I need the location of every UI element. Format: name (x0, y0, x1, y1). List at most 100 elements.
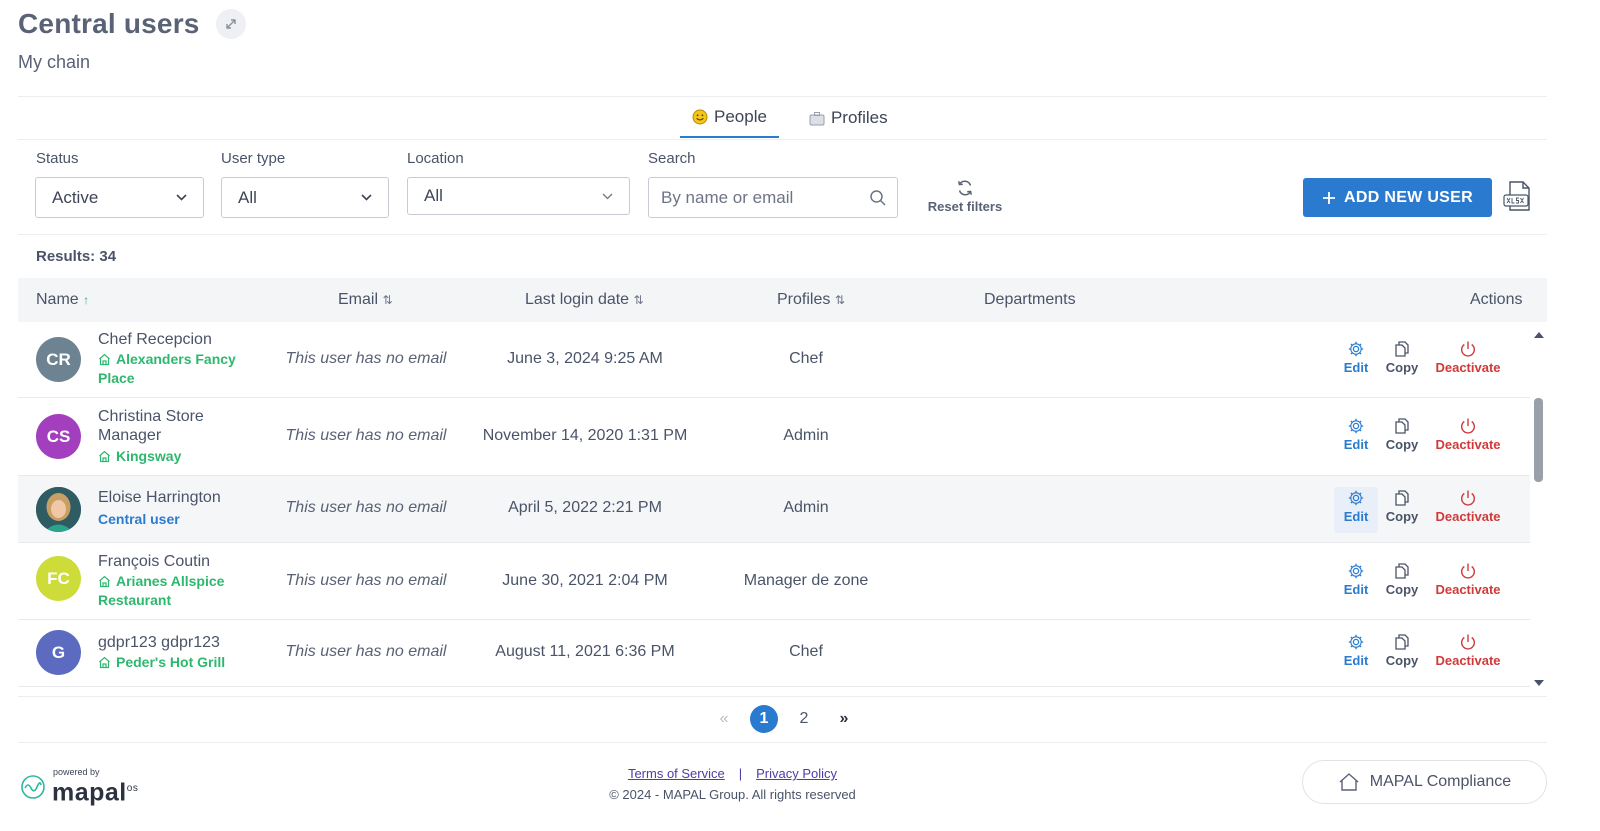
user-email: This user has no email (285, 572, 447, 589)
column-last-login[interactable]: Last login date ⇅ (525, 291, 644, 309)
next-page-button[interactable]: » (830, 705, 858, 733)
location-select[interactable]: All (407, 177, 630, 215)
avatar: CS (36, 414, 81, 459)
deactivate-button[interactable]: Deactivate (1428, 631, 1508, 677)
user-profile: Manager de zone (743, 572, 869, 589)
copy-label: Copy (1385, 437, 1419, 452)
column-departments: Departments (984, 291, 1076, 309)
edit-button[interactable]: Edit (1334, 560, 1378, 606)
divider (18, 742, 1547, 743)
deactivate-label: Deactivate (1435, 653, 1501, 668)
copy-button[interactable]: Copy (1380, 415, 1424, 461)
scroll-thumb[interactable] (1534, 398, 1543, 482)
edit-button[interactable]: Edit (1334, 631, 1378, 677)
copy-button[interactable]: Copy (1380, 338, 1424, 384)
copy-button[interactable]: Copy (1380, 487, 1424, 533)
user-location-label: Arianes Allspice Restaurant (98, 573, 225, 608)
user-profile: Admin (783, 427, 829, 444)
table-row[interactable]: FC François Coutin Arianes Allspice Rest… (18, 543, 1530, 620)
user-name[interactable]: Christina Store Manager (98, 407, 258, 445)
deactivate-label: Deactivate (1435, 360, 1501, 375)
edit-button[interactable]: Edit (1334, 415, 1378, 461)
gear-icon (1348, 341, 1364, 357)
chevron-down-icon (176, 194, 187, 201)
tab-profiles[interactable]: Profiles (797, 98, 900, 138)
power-icon (1461, 634, 1475, 650)
mapal-compliance-button[interactable]: MAPAL Compliance (1302, 760, 1547, 804)
scroll-up-icon (1534, 332, 1544, 338)
avatar: FC (36, 556, 81, 601)
page-2-button[interactable]: 2 (790, 705, 818, 733)
column-name[interactable]: Name ↑ (36, 291, 89, 309)
search-input[interactable]: By name or email (648, 177, 898, 218)
copy-label: Copy (1385, 360, 1419, 375)
deactivate-label: Deactivate (1435, 437, 1501, 452)
user-name[interactable]: Chef Recepcion (98, 330, 258, 349)
export-xlsx-button[interactable] (1502, 179, 1534, 215)
user-name[interactable]: François Coutin (98, 552, 258, 571)
user-location: Central user (98, 511, 180, 527)
location-select-value: All (424, 186, 443, 205)
deactivate-button[interactable]: Deactivate (1428, 487, 1508, 533)
column-last-login-label: Last login date (525, 291, 630, 308)
deactivate-button[interactable]: Deactivate (1428, 560, 1508, 606)
store-icon (99, 450, 110, 463)
divider (18, 139, 1547, 140)
avatar: CR (36, 337, 81, 382)
add-new-user-button[interactable]: ADD NEW USER (1303, 178, 1492, 217)
copy-button[interactable]: Copy (1380, 631, 1424, 677)
gear-icon (1348, 490, 1364, 506)
table-row[interactable]: Eloise Harrington Central user This user… (18, 476, 1530, 543)
status-select[interactable]: Active (35, 177, 204, 218)
brand-label: mapal (52, 778, 127, 807)
table-row[interactable]: CS Christina Store Manager Kingsway This… (18, 398, 1530, 476)
status-filter-label: Status (36, 150, 79, 167)
edit-label: Edit (1343, 360, 1369, 375)
chevron-down-icon (602, 193, 613, 199)
terms-of-service-link[interactable]: Terms of Service (628, 766, 725, 781)
xlsx-export-icon (1503, 181, 1530, 211)
copy-label: Copy (1385, 653, 1419, 668)
user-name[interactable]: gdpr123 gdpr123 (98, 633, 258, 652)
copy-icon (1395, 341, 1409, 357)
user-location: Peder's Hot Grill (98, 653, 258, 672)
previous-page-button[interactable]: « (710, 705, 738, 733)
table-row[interactable]: CR Chef Recepcion Alexanders Fancy Place… (18, 322, 1530, 398)
copy-label: Copy (1385, 509, 1419, 524)
expand-button[interactable] (216, 9, 247, 39)
store-icon (99, 575, 110, 588)
column-profiles[interactable]: Profiles ⇅ (777, 291, 845, 309)
brand-name: mapalos (52, 775, 138, 806)
user-last-login: June 3, 2024 9:25 AM (507, 350, 663, 367)
column-departments-label: Departments (984, 291, 1076, 308)
table-scrollbar[interactable] (1532, 330, 1546, 688)
user-type-select-value: All (238, 187, 257, 207)
edit-button[interactable]: Edit (1334, 338, 1378, 384)
edit-button[interactable]: Edit (1334, 487, 1378, 533)
page-subtitle: My chain (18, 52, 91, 72)
user-name[interactable]: Eloise Harrington (98, 488, 258, 507)
search-icon (870, 189, 886, 206)
copy-button[interactable]: Copy (1380, 560, 1424, 606)
deactivate-button[interactable]: Deactivate (1428, 415, 1508, 461)
user-last-login: June 30, 2021 2:04 PM (502, 572, 668, 589)
tab-label: People (714, 107, 767, 126)
pagination: « 1 2 » (710, 705, 858, 733)
column-email[interactable]: Email ⇅ (338, 291, 393, 309)
column-actions: Actions (1470, 291, 1522, 309)
reset-filters-button[interactable]: Reset filters (922, 178, 1008, 214)
link-separator: | (738, 766, 743, 781)
divider (18, 234, 1547, 235)
user-email: This user has no email (285, 427, 447, 444)
user-last-login: April 5, 2022 2:21 PM (508, 499, 662, 516)
user-location: Alexanders Fancy Place (98, 350, 258, 388)
privacy-policy-link[interactable]: Privacy Policy (756, 766, 837, 781)
deactivate-button[interactable]: Deactivate (1428, 338, 1508, 384)
user-type-select[interactable]: All (221, 177, 389, 218)
tab-people[interactable]: People (680, 98, 779, 138)
user-profile: Chef (789, 643, 823, 660)
copy-label: Copy (1385, 582, 1419, 597)
table-header: Name ↑ Email ⇅ Last login date ⇅ Profile… (18, 278, 1547, 322)
page-1-button[interactable]: 1 (750, 705, 778, 733)
table-row[interactable]: G gdpr123 gdpr123 Peder's Hot Grill This… (18, 620, 1530, 687)
